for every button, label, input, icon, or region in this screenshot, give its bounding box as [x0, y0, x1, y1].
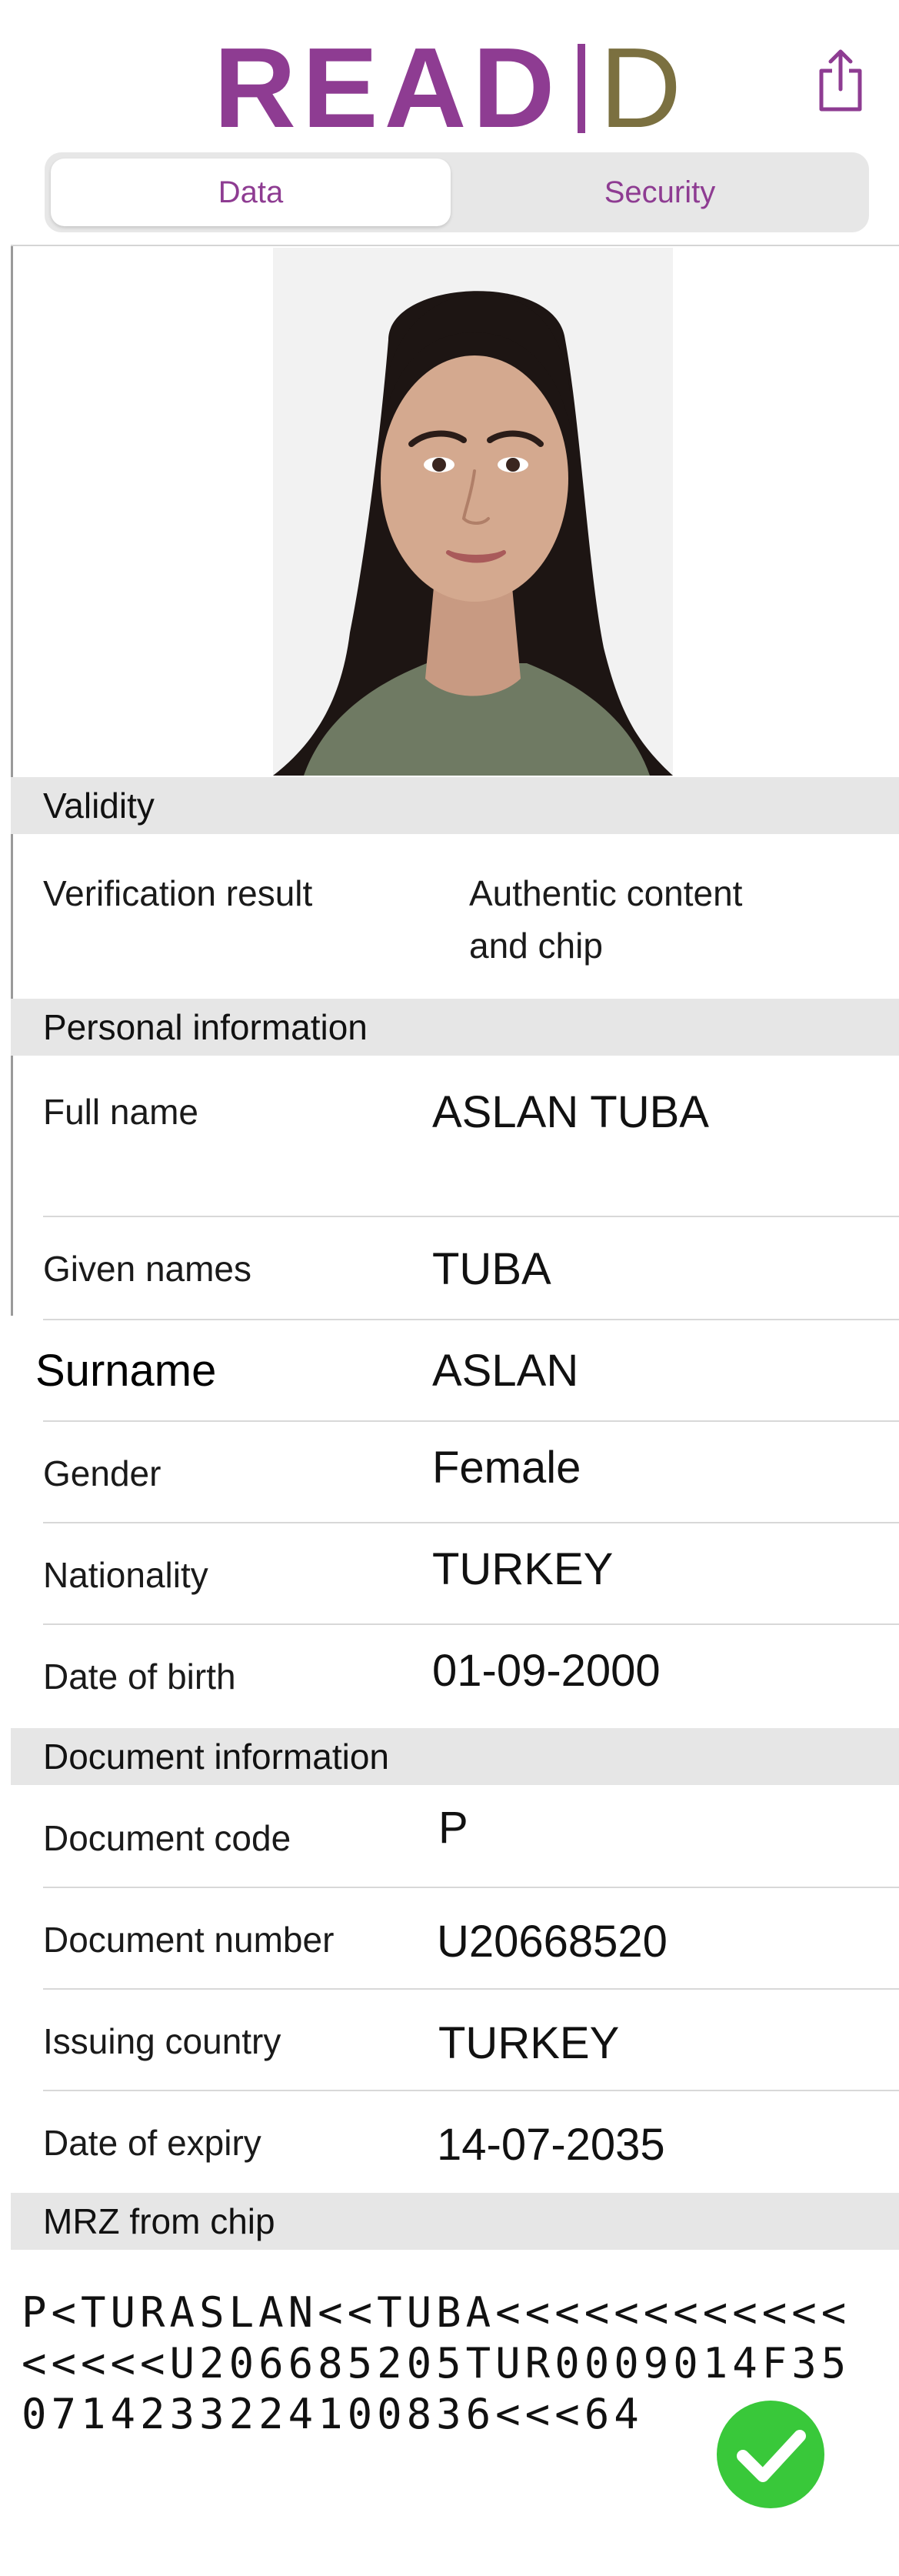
date-of-expiry-label: Date of expiry: [43, 2123, 261, 2163]
given-names-label: Given names: [43, 1249, 252, 1289]
verification-result-label: Verification result: [43, 873, 313, 913]
row-divider: [43, 1887, 899, 1888]
mrz-line-3: 0714233224100836<<<64: [22, 2390, 644, 2438]
mrz-line-1: P<TURASLAN<<TUBA<<<<<<<<<<<<: [22, 2288, 851, 2337]
tab-security[interactable]: Security: [457, 158, 863, 226]
tab-segmented-control: Data Security: [45, 152, 869, 232]
row-divider: [43, 1988, 899, 1990]
document-number-label: Document number: [43, 1920, 335, 1960]
readid-logo: READ D: [214, 25, 688, 152]
document-code-value: P: [438, 1803, 468, 1853]
section-mrz-from-chip: MRZ from chip: [11, 2193, 899, 2250]
nationality-value: TURKEY: [432, 1544, 614, 1594]
gender-value: Female: [432, 1443, 581, 1493]
full-name-value: ASLAN TUBA: [432, 1087, 709, 1137]
mrz-line-2: <<<<<U206685205TUR0009014F35: [22, 2339, 851, 2387]
row-divider: [43, 1420, 899, 1422]
verification-result-value-line2: and chip: [469, 926, 603, 966]
issuing-country-label: Issuing country: [43, 2021, 281, 2061]
surname-label: Surname: [35, 1346, 217, 1396]
tab-data[interactable]: Data: [51, 158, 451, 226]
header-divider: [11, 245, 899, 246]
gender-label: Gender: [43, 1453, 161, 1493]
row-divider: [43, 2090, 899, 2091]
passport-photo: [273, 248, 673, 776]
section-validity: Validity: [11, 777, 899, 834]
section-personal-information: Personal information: [11, 999, 899, 1056]
row-divider: [43, 1319, 899, 1320]
date-of-birth-value: 01-09-2000: [432, 1646, 661, 1696]
nationality-label: Nationality: [43, 1555, 208, 1595]
document-number-value: U20668520: [437, 1917, 668, 1967]
given-names-value: TUBA: [432, 1244, 551, 1294]
row-divider: [43, 1216, 899, 1217]
issuing-country-value: TURKEY: [438, 2018, 620, 2068]
row-divider: [43, 1623, 899, 1625]
full-name-label: Full name: [43, 1092, 198, 1132]
section-document-information: Document information: [11, 1728, 899, 1785]
share-icon[interactable]: [815, 48, 866, 114]
verification-result-value-line1: Authentic content: [469, 873, 743, 913]
document-code-label: Document code: [43, 1818, 291, 1858]
date-of-birth-label: Date of birth: [43, 1657, 236, 1697]
row-divider: [43, 1522, 899, 1523]
date-of-expiry-value: 14-07-2035: [437, 2120, 665, 2170]
surname-value: ASLAN: [432, 1346, 579, 1396]
app-header: READ D Data Security: [0, 0, 899, 246]
check-circle-icon: [717, 2401, 824, 2508]
